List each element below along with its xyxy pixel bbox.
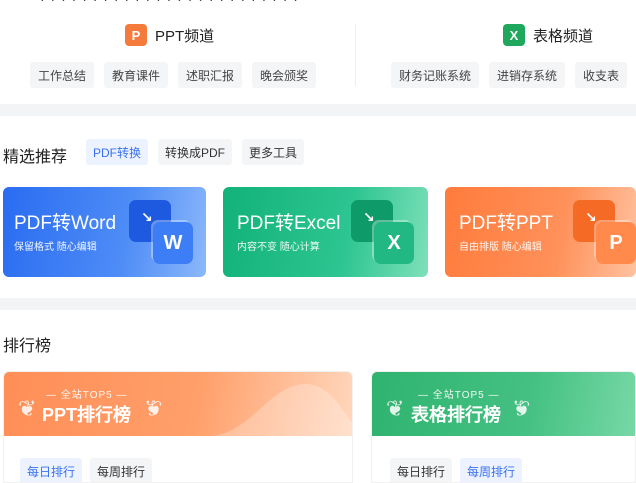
pdf-to-excel-card[interactable]: PDF转Excel 内容不变 随心计算 ↘ X: [223, 187, 428, 277]
excel-channel: X 表格频道: [503, 22, 593, 48]
excel-ranking-tabs: 每日排行 每周排行: [390, 458, 523, 482]
wave-decoration: [212, 383, 352, 436]
ranking-title: 排行榜: [3, 338, 52, 355]
laurel-right-icon: ❦: [144, 396, 163, 421]
channel-divider: [355, 24, 356, 86]
excel-tag-row: 财务记账系统 进销存系统 收支表: [391, 62, 636, 88]
ppt-channel-header[interactable]: P PPT频道: [125, 22, 214, 48]
card-title: PDF转PPT: [459, 213, 553, 234]
excel-ranking-header[interactable]: ❦ — 全站TOP5 — 表格排行榜 ❦: [372, 372, 635, 436]
excel-channel-header[interactable]: X 表格频道: [503, 22, 593, 48]
laurel-left-icon: ❦: [18, 396, 37, 421]
ppt-ranking-header[interactable]: ❦ — 全站TOP5 — PPT排行榜 ❦: [4, 372, 352, 436]
tab-weekly-ranking[interactable]: 每周排行: [460, 458, 523, 482]
ppt-channel: P PPT频道: [125, 22, 214, 48]
ppt-ranking-tabs: 每日排行 每周排行: [20, 458, 153, 482]
tag-work-summary[interactable]: 工作总结: [30, 62, 95, 88]
excel-ranking-board: ❦ — 全站TOP5 — 表格排行榜 ❦ 每日排行 每周排行: [371, 371, 636, 483]
excel-doc-icon: X: [374, 222, 414, 264]
tab-daily-ranking[interactable]: 每日排行: [390, 458, 453, 482]
ranking-board-title: 表格排行榜: [411, 405, 501, 425]
card-title: PDF转Word: [14, 213, 117, 234]
tag-income-expense[interactable]: 收支表: [575, 62, 628, 88]
ppt-tag-row: 工作总结 教育课件 述职汇报 晚会颁奖: [30, 62, 317, 88]
ppt-doc-icon: P: [596, 222, 636, 264]
tab-weekly-ranking[interactable]: 每周排行: [90, 458, 153, 482]
tag-gala-award[interactable]: 晚会颁奖: [252, 62, 317, 88]
arrow-down-right-icon: ↘: [141, 209, 153, 225]
ranking-board-title: PPT排行榜: [42, 405, 132, 425]
tab-daily-ranking[interactable]: 每日排行: [20, 458, 83, 482]
pill-pdf-convert[interactable]: PDF转换: [86, 139, 149, 165]
tag-job-report[interactable]: 述职汇报: [178, 62, 243, 88]
featured-pills: PDF转换 转换成PDF 更多工具: [86, 139, 305, 165]
featured-title: 精选推荐: [3, 149, 68, 166]
ppt-ranking-board: ❦ — 全站TOP5 — PPT排行榜 ❦ 每日排行 每周排行: [3, 371, 353, 483]
clipped-top-text: · · · · · · · · · · · · · · · · · · · · …: [0, 0, 636, 8]
word-doc-icon: W: [153, 222, 193, 264]
excel-icon: X: [503, 24, 525, 46]
pill-more-tools[interactable]: 更多工具: [242, 139, 305, 165]
card-subtitle: 自由排版 随心编辑: [459, 242, 542, 253]
pill-convert-to-pdf[interactable]: 转换成PDF: [158, 139, 233, 165]
excel-channel-title[interactable]: 表格频道: [533, 25, 593, 46]
tag-finance-bookkeeping[interactable]: 财务记账系统: [391, 62, 480, 88]
arrow-down-right-icon: ↘: [363, 209, 375, 225]
ranking-kicker: — 全站TOP5 —: [46, 390, 128, 401]
section-divider-1: [0, 104, 636, 116]
card-title: PDF转Excel: [237, 213, 341, 234]
pdf-to-ppt-card[interactable]: PDF转PPT 自由排版 随心编辑 ↘ P: [445, 187, 636, 277]
tag-education-courseware[interactable]: 教育课件: [104, 62, 169, 88]
section-divider-2: [0, 298, 636, 310]
ppt-channel-title[interactable]: PPT频道: [155, 25, 214, 46]
ppt-icon: P: [125, 24, 147, 46]
ranking-kicker: — 全站TOP5 —: [418, 390, 500, 401]
arrow-down-right-icon: ↘: [585, 209, 597, 225]
laurel-right-icon: ❦: [512, 396, 531, 421]
laurel-left-icon: ❦: [386, 396, 405, 421]
pdf-to-word-card[interactable]: PDF转Word 保留格式 随心编辑 ↘ W: [3, 187, 206, 277]
tag-inventory-system[interactable]: 进销存系统: [489, 62, 566, 88]
card-subtitle: 保留格式 随心编辑: [14, 242, 97, 253]
card-subtitle: 内容不变 随心计算: [237, 242, 320, 253]
